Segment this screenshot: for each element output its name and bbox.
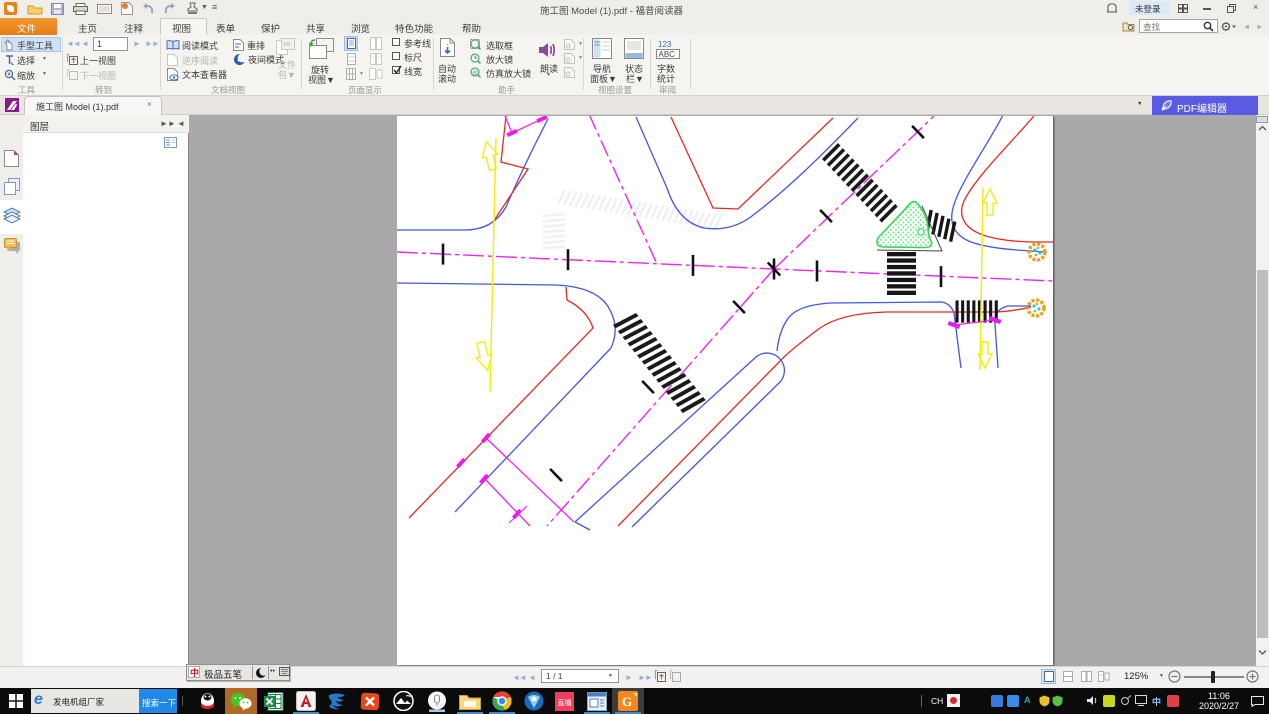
svg-text:ABC: ABC [659,50,676,59]
svg-text:直播: 直播 [558,698,572,707]
svg-text:G: G [622,694,632,709]
svg-text:@: @ [472,71,478,77]
svg-text:123: 123 [658,40,672,49]
